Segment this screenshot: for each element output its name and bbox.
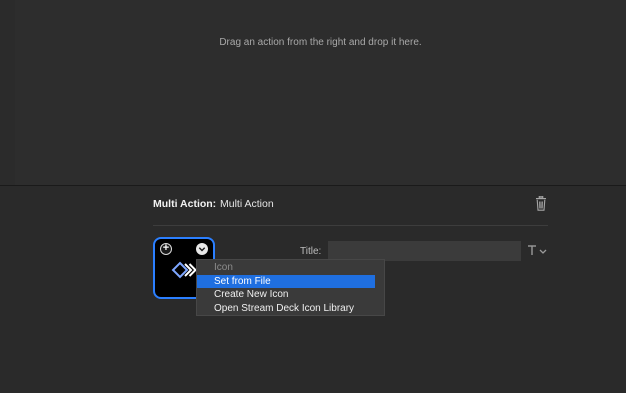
title-input[interactable] [328, 241, 521, 261]
multi-action-label: Multi Action: [153, 198, 217, 210]
text-format-icon[interactable] [527, 243, 551, 259]
menu-header-icon: Icon [214, 262, 233, 273]
multi-action-name: Multi Action [220, 198, 274, 210]
row-divider [153, 225, 548, 226]
menu-item-set-from-file[interactable]: Set from File [197, 274, 375, 288]
menu-item-open-icon-library[interactable]: Open Stream Deck Icon Library [197, 302, 384, 316]
icon-menu-button[interactable] [196, 243, 208, 255]
drop-hint: Drag an action from the right and drop i… [219, 37, 422, 48]
multi-action-editor: Drag an action from the right and drop i… [0, 0, 626, 393]
chevron-down-icon [198, 247, 206, 252]
action-drop-zone[interactable]: Drag an action from the right and drop i… [15, 0, 626, 185]
title-label: Title: [300, 246, 322, 257]
trash-icon[interactable] [535, 196, 547, 211]
plus-icon: + [162, 242, 170, 254]
menu-item-create-new-icon[interactable]: Create New Icon [197, 288, 384, 302]
add-state-button[interactable]: + [160, 243, 172, 255]
icon-context-menu: Icon Set from File Create New Icon Open … [196, 259, 385, 316]
